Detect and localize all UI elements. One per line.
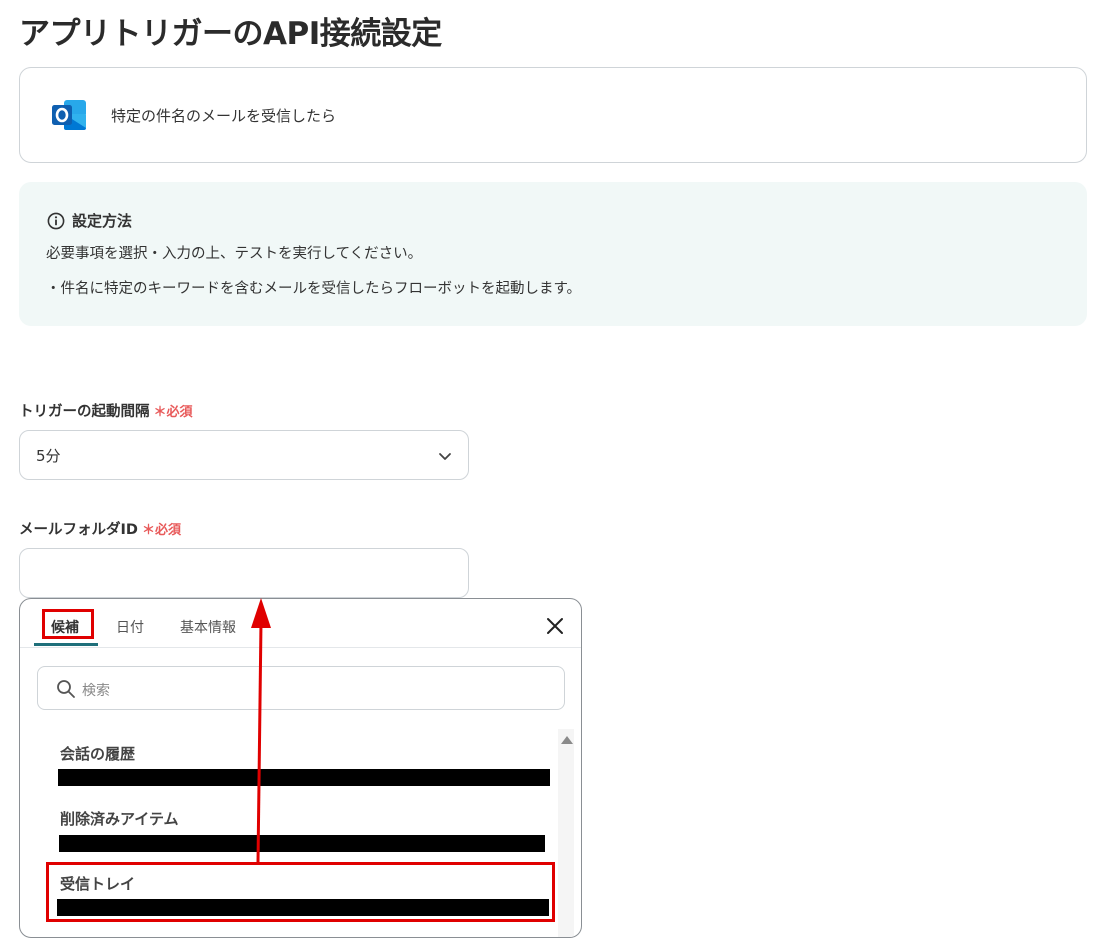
chevron-down-icon	[439, 453, 451, 460]
search-input[interactable]: 検索	[37, 666, 565, 710]
info-line: ・件名に特定のキーワードを含むメールを受信したらフローボットを起動します。	[46, 281, 582, 297]
active-tab-indicator	[34, 643, 98, 646]
interval-field-label: トリガーの起動間隔 ＊必須	[19, 400, 193, 421]
redacted-value	[58, 769, 550, 786]
option-conversation-history[interactable]: 会話の履歴	[60, 743, 135, 764]
trigger-card: 特定の件名のメールを受信したら	[19, 67, 1087, 163]
annotation-arrow	[251, 598, 271, 863]
redacted-value	[59, 835, 545, 852]
interval-select-value: 5分	[36, 447, 61, 465]
interval-label-text: トリガーの起動間隔	[19, 404, 150, 420]
option-deleted-items[interactable]: 削除済みアイテム	[60, 808, 179, 829]
search-icon	[57, 680, 75, 698]
close-icon[interactable]	[545, 616, 565, 636]
highlight-box-tab	[42, 609, 94, 639]
folder-id-input[interactable]	[19, 548, 469, 598]
scroll-up-icon[interactable]	[561, 736, 573, 744]
required-mark: ＊必須	[141, 523, 181, 538]
folder-id-label-text: メールフォルダID	[19, 522, 138, 538]
trigger-label: 特定の件名のメールを受信したら	[111, 107, 337, 125]
interval-select[interactable]: 5分	[19, 430, 469, 480]
outlook-icon	[52, 100, 86, 130]
info-title-text: 設定方法	[72, 212, 133, 230]
required-mark: ＊必須	[153, 405, 193, 420]
info-line: 必要事項を選択・入力の上、テストを実行してください。	[46, 246, 423, 262]
highlight-box-option	[46, 862, 555, 922]
tab-divider	[20, 647, 581, 648]
folder-id-field-label: メールフォルダID ＊必須	[19, 518, 181, 539]
tab-basic-info[interactable]: 基本情報	[180, 617, 236, 637]
info-title: 設定方法	[47, 210, 132, 231]
info-box: 設定方法 必要事項を選択・入力の上、テストを実行してください。 ・件名に特定のキ…	[19, 182, 1087, 326]
page-title: アプリトリガーのAPI接続設定	[19, 16, 442, 52]
tab-date[interactable]: 日付	[116, 617, 144, 637]
search-placeholder: 検索	[82, 683, 110, 699]
info-icon	[47, 212, 65, 229]
scrollbar[interactable]	[558, 729, 574, 937]
